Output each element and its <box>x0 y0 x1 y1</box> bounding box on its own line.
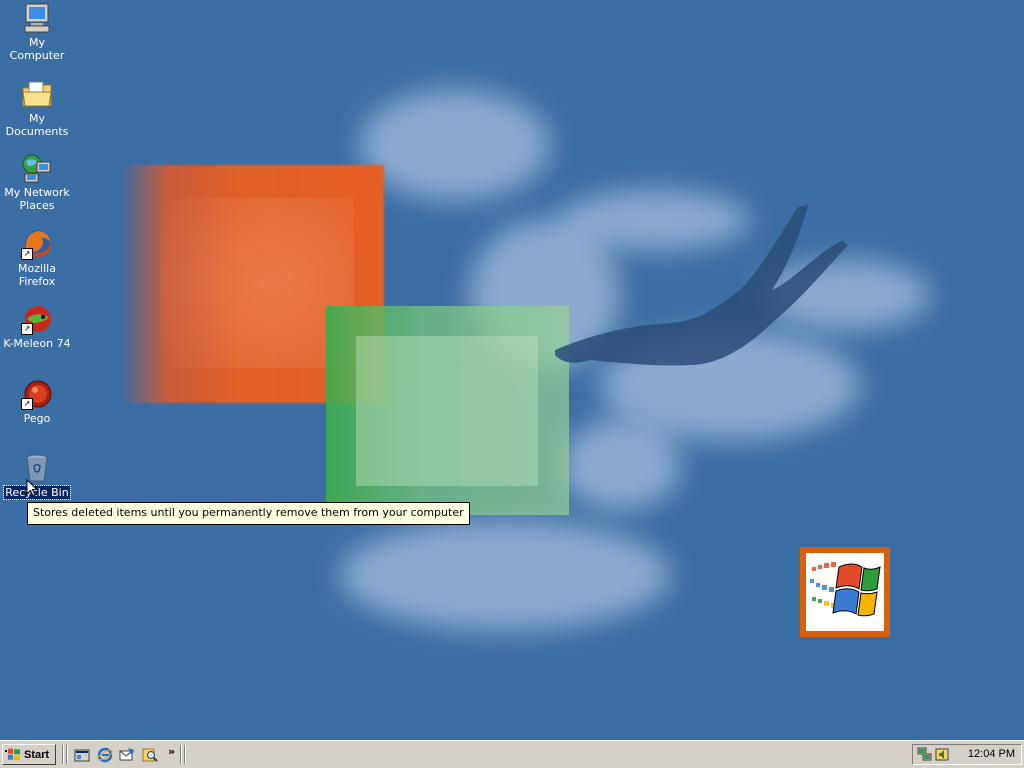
desktop-icon-mozilla-firefox[interactable]: ↗ Mozilla Firefox <box>0 228 74 288</box>
desktop-icon-k-meleon[interactable]: ↗ K-Meleon 74 <box>0 303 74 350</box>
desktop-icon-label: My Network Places <box>4 186 70 212</box>
mouse-cursor-icon <box>26 479 39 497</box>
my-computer-icon <box>21 2 53 34</box>
desktop-icon-label: Pego <box>23 412 51 425</box>
desktop[interactable]: My Computer My Documents My Network Plac… <box>0 0 1024 740</box>
k-meleon-icon: ↗ <box>21 303 53 335</box>
start-button[interactable]: Start <box>2 744 56 765</box>
volume-icon[interactable] <box>934 747 950 762</box>
system-tray: 12:04 PM <box>912 744 1022 765</box>
folder-documents-icon <box>21 78 53 110</box>
network-places-icon <box>21 152 53 184</box>
taskbar: Start » 12:04 PM <box>0 740 1024 768</box>
desktop-icon-label: Mozilla Firefox <box>18 262 56 288</box>
windows-flag-icon <box>5 748 21 762</box>
taskbar-separator <box>184 745 186 764</box>
internet-explorer-icon[interactable] <box>97 747 113 763</box>
search-icon[interactable] <box>142 747 158 763</box>
desktop-icon-my-computer[interactable]: My Computer <box>0 2 74 62</box>
shortcut-arrow-icon: ↗ <box>21 248 33 260</box>
taskbar-separator <box>66 745 68 764</box>
taskbar-separator <box>180 745 182 764</box>
shortcut-arrow-icon: ↗ <box>21 398 33 410</box>
shortcut-arrow-icon: ↗ <box>21 323 33 335</box>
network-icon[interactable] <box>917 747 933 762</box>
wallpaper-diver-silhouette <box>555 205 848 366</box>
desktop-icon-label: K-Meleon 74 <box>3 337 71 350</box>
start-label: Start <box>24 748 50 761</box>
desktop-icon-label: My Computer <box>9 36 65 62</box>
desktop-icon-my-network-places[interactable]: My Network Places <box>0 152 74 212</box>
desktop-icon-my-documents[interactable]: My Documents <box>0 78 74 138</box>
desktop-icon-pego[interactable]: ↗ Pego <box>0 378 74 425</box>
recycle-bin-tooltip: Stores deleted items until you permanent… <box>27 502 470 525</box>
firefox-icon: ↗ <box>21 228 53 260</box>
taskbar-clock[interactable]: 12:04 PM <box>968 748 1015 760</box>
desktop-icon-label: My Documents <box>5 112 69 138</box>
quick-launch-overflow-button[interactable]: » <box>168 745 175 758</box>
outlook-express-icon[interactable] <box>119 747 135 763</box>
pego-icon: ↗ <box>21 378 53 410</box>
show-desktop-icon[interactable] <box>74 747 90 763</box>
taskbar-separator <box>62 745 64 764</box>
windows-logo <box>800 547 890 637</box>
